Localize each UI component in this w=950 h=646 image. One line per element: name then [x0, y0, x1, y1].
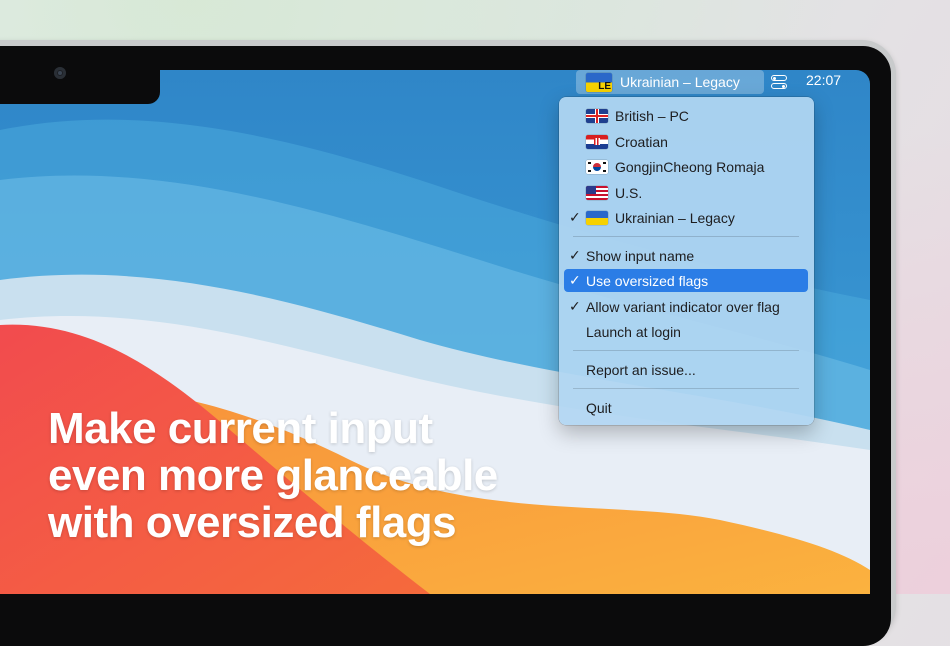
- menu-separator: [573, 350, 799, 351]
- camera-notch: [0, 46, 160, 104]
- marketing-headline: Make current input even more glanceable …: [48, 405, 498, 546]
- us-flag-icon: [586, 186, 608, 200]
- menu-item-ukrainian-legacy[interactable]: ✓ Ukrainian – Legacy: [564, 206, 808, 229]
- menu-item-allow-variant-indicator[interactable]: ✓ Allow variant indicator over flag: [564, 295, 808, 318]
- status-item-label: Ukrainian – Legacy: [620, 74, 740, 90]
- menu-item-label: Show input name: [586, 248, 695, 264]
- menu-item-use-oversized-flags[interactable]: ✓ Use oversized flags: [564, 269, 808, 292]
- gb-flag-icon: [586, 109, 608, 123]
- input-source-status-item[interactable]: LE Ukrainian – Legacy: [576, 70, 764, 94]
- menu-item-label: British – PC: [615, 108, 689, 124]
- menu-item-label: Launch at login: [586, 324, 681, 340]
- menu-item-show-input-name[interactable]: ✓ Show input name: [564, 244, 808, 267]
- headline-line-3: with oversized flags: [48, 498, 457, 547]
- variant-indicator: LE: [598, 80, 611, 92]
- menubar-clock[interactable]: 22:07: [806, 72, 841, 88]
- camera-icon: [54, 67, 66, 79]
- menu-item-label: U.S.: [615, 185, 643, 201]
- menu-item-label: Use oversized flags: [586, 273, 709, 289]
- menu-item-us[interactable]: U.S.: [564, 181, 808, 204]
- menu-item-british-pc[interactable]: British – PC: [564, 104, 808, 127]
- checkmark-icon: ✓: [569, 209, 581, 225]
- menu-item-label: Quit: [586, 400, 612, 416]
- menu-item-report-issue[interactable]: Report an issue...: [564, 358, 808, 381]
- menu-item-quit[interactable]: Quit: [564, 396, 808, 419]
- checkmark-icon: ✓: [569, 272, 581, 288]
- menu-item-label: Ukrainian – Legacy: [615, 210, 735, 226]
- menu-item-gongjincheong-romaja[interactable]: GongjinCheong Romaja: [564, 155, 808, 178]
- control-center-icon[interactable]: [771, 74, 787, 90]
- checkmark-icon: ✓: [569, 298, 581, 314]
- input-source-menu: British – PC Croatian GongjinCheong Roma…: [559, 97, 814, 425]
- menu-item-launch-at-login[interactable]: Launch at login: [564, 320, 808, 343]
- headline-line-2: even more glanceable: [48, 451, 498, 500]
- menu-item-label: Allow variant indicator over flag: [586, 299, 780, 315]
- menu-item-label: GongjinCheong Romaja: [615, 159, 765, 175]
- checkmark-icon: ✓: [569, 247, 581, 263]
- ua-flag-icon: [586, 211, 608, 225]
- menu-separator: [573, 388, 799, 389]
- menu-item-label: Croatian: [615, 134, 668, 150]
- menu-item-croatian[interactable]: Croatian: [564, 130, 808, 153]
- ua-flag-icon: LE: [586, 72, 612, 92]
- headline-line-1: Make current input: [48, 404, 433, 453]
- hr-flag-icon: [586, 135, 608, 149]
- menu-separator: [573, 236, 799, 237]
- menu-item-label: Report an issue...: [586, 362, 696, 378]
- kr-flag-icon: [586, 160, 608, 174]
